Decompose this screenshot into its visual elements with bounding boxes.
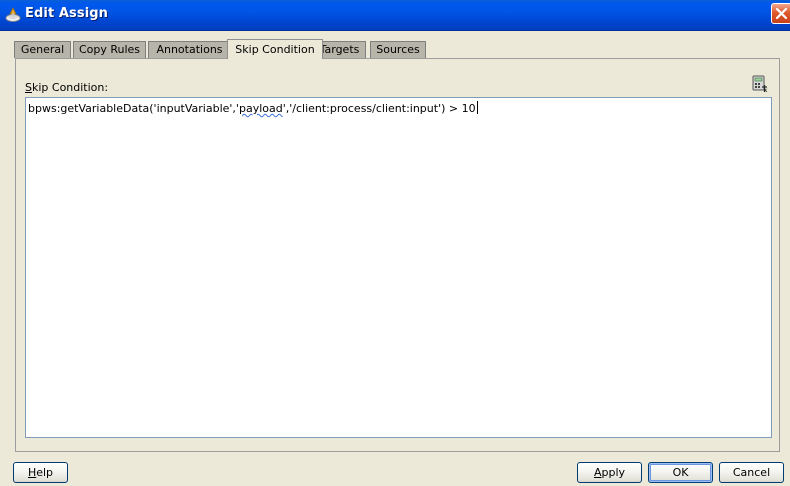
tab-sources[interactable]: Sources xyxy=(370,41,426,58)
skip-condition-label: Skip Condition: xyxy=(25,81,108,94)
apply-button[interactable]: Apply xyxy=(577,462,642,483)
help-button-label: elp xyxy=(36,466,54,479)
tab-skip-condition[interactable]: Skip Condition xyxy=(227,39,323,59)
skip-condition-label-mnemonic: S xyxy=(25,81,32,94)
skip-condition-expression-editor[interactable]: bpws:getVariableData('inputVariable','pa… xyxy=(25,97,772,438)
apply-button-label: pply xyxy=(601,466,626,479)
skip-condition-expression[interactable]: bpws:getVariableData('inputVariable','pa… xyxy=(28,101,478,115)
help-button-mnemonic: H xyxy=(27,466,37,479)
close-button[interactable] xyxy=(771,3,790,24)
skip-condition-label-text: kip Condition: xyxy=(31,81,109,94)
expression-part-flagged: payload xyxy=(238,102,283,115)
text-caret xyxy=(476,101,478,114)
calculator-icon[interactable]: x xyxy=(751,75,769,93)
tab-copy-rules[interactable]: Copy Rules xyxy=(73,41,146,58)
expression-part-start: bpws:getVariableData('inputVariable',' xyxy=(28,102,239,115)
dialog-title: Edit Assign xyxy=(25,6,109,21)
assign-icon xyxy=(5,7,21,22)
cancel-button[interactable]: Cancel xyxy=(719,462,784,483)
tab-annotations[interactable]: Annotations xyxy=(148,41,231,58)
apply-button-mnemonic: A xyxy=(593,466,602,479)
edit-assign-dialog: Edit Assign General Copy Rules Annotatio… xyxy=(0,0,790,486)
tab-general[interactable]: General xyxy=(14,41,71,58)
ok-button[interactable]: OK xyxy=(648,462,713,483)
help-button[interactable]: Help xyxy=(13,462,68,483)
expression-part-end: ','/client:process/client:input') > 10 xyxy=(282,102,476,115)
close-icon xyxy=(775,7,788,20)
title-bar[interactable]: Edit Assign xyxy=(0,0,790,31)
svg-text:x: x xyxy=(764,87,768,93)
